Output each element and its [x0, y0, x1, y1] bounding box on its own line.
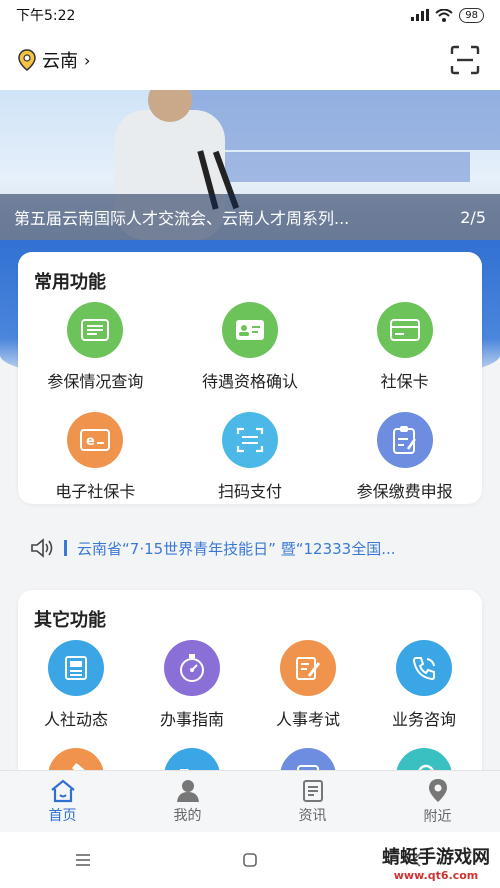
- chevron-right-icon: ›: [84, 50, 91, 70]
- home-icon: [50, 779, 75, 802]
- function-e-card[interactable]: e 电子社保卡: [18, 412, 173, 502]
- function-hr-news[interactable]: 人社动态: [18, 640, 134, 730]
- location-tab-icon: [428, 778, 447, 802]
- status-bar: 下午5:22 98: [0, 0, 500, 30]
- scan-button[interactable]: [448, 43, 482, 77]
- common-functions-card: 常用功能 参保情况查询 待遇资格确认 社保卡 e 电子社保卡 扫码支付 参保缴费…: [18, 252, 482, 504]
- news-icon: [48, 640, 104, 696]
- function-business-consult[interactable]: 业务咨询: [366, 640, 482, 730]
- function-label: 社保卡: [380, 372, 429, 391]
- tab-news[interactable]: 资讯: [250, 771, 375, 832]
- location-pin-icon: [18, 49, 36, 71]
- status-icons: 98: [411, 7, 484, 23]
- home-square-icon[interactable]: [242, 852, 258, 868]
- news-tab-icon: [302, 779, 323, 802]
- svg-text:e: e: [86, 434, 95, 449]
- tab-nearby[interactable]: 附近: [375, 771, 500, 832]
- banner-pager: 2/5: [460, 207, 486, 227]
- function-service-guide[interactable]: 办事指南: [134, 640, 250, 730]
- wifi-icon: [435, 8, 453, 22]
- document-list-icon: [67, 302, 124, 358]
- tab-label: 资讯: [298, 807, 327, 824]
- system-nav-bar: 蜻蜓手游戏网 www.qt6.com: [0, 832, 500, 888]
- tab-label: 我的: [173, 807, 202, 824]
- news-banner[interactable]: 第五届云南国际人才交流会、云南人才周系列... 2/5: [0, 90, 500, 240]
- common-functions-grid: 参保情况查询 待遇资格确认 社保卡 e 电子社保卡 扫码支付 参保缴费申报: [18, 302, 482, 502]
- notice-text: 云南省“7·15世界青年技能日” 暨“12333全国...: [77, 539, 396, 558]
- function-personnel-exam[interactable]: 人事考试: [250, 640, 366, 730]
- card-icon: [376, 302, 433, 358]
- tab-mine[interactable]: 我的: [125, 771, 250, 832]
- compass-icon: [164, 640, 220, 696]
- battery-indicator: 98: [459, 7, 484, 23]
- site-watermark: 蜻蜓手游戏网 www.qt6.com: [382, 843, 490, 882]
- other-functions-title: 其它功能: [34, 610, 106, 631]
- id-card-check-icon: [221, 302, 278, 358]
- status-time: 下午5:22: [16, 8, 76, 24]
- function-label: 待遇资格确认: [201, 372, 298, 391]
- location-label: 云南: [42, 51, 78, 72]
- notice-bar[interactable]: 云南省“7·15世界青年技能日” 暨“12333全国...: [30, 528, 470, 568]
- banner-title: 第五届云南国际人才交流会、云南人才周系列...: [14, 209, 350, 228]
- common-functions-title: 常用功能: [34, 272, 106, 293]
- user-icon: [176, 779, 199, 802]
- bottom-tab-bar: 首页 我的 资讯 附近: [0, 770, 500, 832]
- function-social-security-card[interactable]: 社保卡: [327, 302, 482, 392]
- function-label: 办事指南: [159, 710, 224, 729]
- function-scan-pay[interactable]: 扫码支付: [173, 412, 328, 502]
- signal-icon: [411, 9, 430, 21]
- function-label: 参保缴费申报: [356, 482, 453, 501]
- exam-edit-icon: [280, 640, 336, 696]
- function-label: 电子社保卡: [55, 482, 136, 501]
- tab-home[interactable]: 首页: [0, 771, 125, 832]
- banner-caption-bar: 第五届云南国际人才交流会、云南人才周系列... 2/5: [0, 194, 500, 240]
- watermark-text: 蜻蜓手游戏网: [382, 847, 490, 868]
- scan-pay-icon: [221, 412, 278, 468]
- other-functions-card: 其它功能 人社动态 办事指南 人事考试 业务咨询: [18, 590, 482, 804]
- function-label: 参保情况查询: [47, 372, 144, 391]
- function-label: 业务咨询: [391, 710, 456, 729]
- watermark-url: www.qt6.com: [393, 869, 479, 882]
- tab-label: 附近: [423, 808, 452, 825]
- function-payment-declaration[interactable]: 参保缴费申报: [327, 412, 482, 502]
- menu-icon[interactable]: [75, 853, 91, 867]
- tab-label: 首页: [48, 807, 77, 824]
- e-card-icon: e: [67, 412, 124, 468]
- function-label: 人社动态: [43, 710, 108, 729]
- notice-divider: [64, 540, 67, 556]
- function-label: 人事考试: [275, 710, 340, 729]
- clipboard-edit-icon: [376, 412, 433, 468]
- function-insurance-query[interactable]: 参保情况查询: [18, 302, 173, 392]
- scan-icon: [450, 45, 480, 75]
- phone-icon: [396, 640, 452, 696]
- function-label: 扫码支付: [217, 482, 282, 501]
- location-selector[interactable]: 云南 ›: [18, 47, 90, 73]
- speaker-icon: [31, 538, 53, 558]
- app-header: 云南 ›: [0, 30, 500, 90]
- function-qualification-confirm[interactable]: 待遇资格确认: [173, 302, 328, 392]
